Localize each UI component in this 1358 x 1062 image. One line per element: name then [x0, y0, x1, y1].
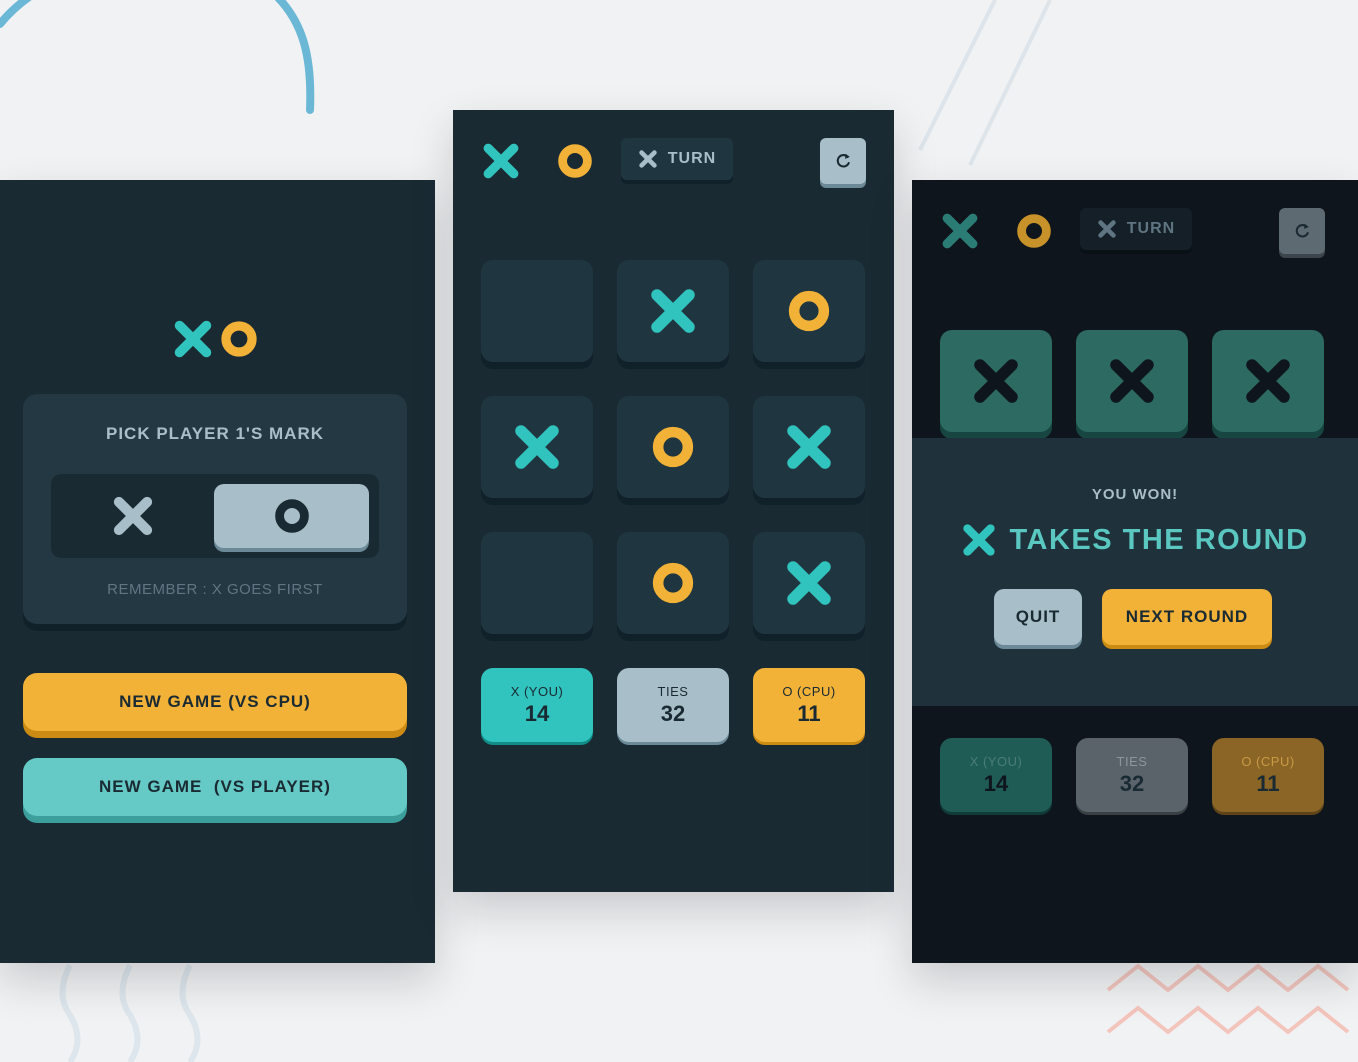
game-board-screen: TURN X (YOU) 14 TIES 32 O (CPU) 11 [453, 110, 894, 892]
result-headline-text: TAKES THE ROUND [1009, 523, 1309, 556]
board-cell[interactable] [753, 532, 865, 634]
score-o-label: O (CPU) [1241, 753, 1295, 769]
mark-picker-panel: PICK PLAYER 1'S MARK REMEMBER : X GOES F… [23, 394, 407, 624]
x-mark-icon [1097, 219, 1117, 239]
game-board [481, 260, 866, 640]
x-mark-icon [111, 494, 155, 538]
score-ties: TIES 32 [1076, 738, 1188, 812]
x-mark-icon [940, 211, 980, 251]
score-o-value: 11 [1256, 770, 1280, 796]
score-ties-label: TIES [657, 683, 689, 699]
mark-picker-title: PICK PLAYER 1'S MARK [105, 424, 324, 443]
winning-row [940, 330, 1325, 440]
new-game-menu-screen: PICK PLAYER 1'S MARK REMEMBER : X GOES F… [0, 180, 435, 963]
x-mark-icon [1107, 356, 1157, 406]
x-mark-icon [784, 422, 834, 472]
logo [481, 140, 571, 182]
board-cell[interactable] [753, 260, 865, 362]
o-mark-icon [1014, 211, 1054, 251]
x-mark-icon [648, 286, 698, 336]
o-mark-icon [649, 423, 697, 471]
result-message: YOU WON! [1091, 486, 1179, 503]
restart-icon [836, 152, 851, 168]
score-o: O (CPU) 11 [1212, 738, 1324, 812]
x-mark-icon [172, 318, 214, 360]
score-ties: TIES 32 [617, 668, 729, 742]
o-mark-icon [785, 287, 833, 335]
winning-cell [940, 330, 1052, 432]
round-result-screen: TURN YOU WON! TAKES THE ROUND QUIT NEXT … [912, 180, 1358, 963]
x-mark-icon [971, 356, 1021, 406]
x-mark-icon [784, 558, 834, 608]
o-mark-icon [555, 141, 595, 181]
board-cell[interactable] [617, 260, 729, 362]
x-mark-icon [512, 422, 562, 472]
score-x-label: X (YOU) [510, 683, 564, 699]
o-mark-icon [649, 559, 697, 607]
board-cell[interactable] [481, 532, 593, 634]
x-mark-icon [638, 149, 658, 169]
quit-button[interactable]: QUIT [994, 589, 1082, 645]
turn-label: TURN [1126, 220, 1176, 237]
result-headline: TAKES THE ROUND [912, 522, 1358, 558]
board-cell[interactable] [617, 532, 729, 634]
board-cell[interactable] [481, 260, 593, 362]
restart-button[interactable] [820, 138, 866, 184]
score-o-label: O (CPU) [782, 683, 836, 699]
o-mark-icon [272, 496, 312, 536]
score-x-value: 14 [983, 770, 1009, 796]
mark-toggle [51, 474, 379, 558]
score-ties-value: 32 [660, 700, 686, 726]
x-mark-icon [1243, 356, 1293, 406]
board-cell[interactable] [481, 396, 593, 498]
o-mark-icon [218, 318, 260, 360]
winning-cell [1076, 330, 1188, 432]
score-o-value: 11 [797, 700, 821, 726]
score-x-label: X (YOU) [969, 753, 1023, 769]
restart-button[interactable] [1279, 208, 1325, 254]
turn-label: TURN [667, 150, 717, 167]
logo [172, 318, 262, 360]
restart-icon [1295, 222, 1310, 238]
winning-cell [1212, 330, 1324, 432]
score-x-value: 14 [524, 700, 550, 726]
next-round-button[interactable]: NEXT ROUND [1102, 589, 1272, 645]
score-o: O (CPU) 11 [753, 668, 865, 742]
score-ties-value: 32 [1119, 770, 1145, 796]
new-game-player-button[interactable]: NEW GAME (VS PLAYER) [23, 758, 407, 816]
x-mark-icon [481, 141, 521, 181]
mark-picker-hint: REMEMBER : X GOES FIRST [107, 581, 323, 598]
turn-indicator: TURN [1080, 208, 1192, 250]
board-cell[interactable] [753, 396, 865, 498]
score-x: X (YOU) 14 [940, 738, 1052, 812]
mark-option-o[interactable] [214, 484, 369, 548]
board-cell[interactable] [617, 396, 729, 498]
new-game-cpu-button[interactable]: NEW GAME (VS CPU) [23, 673, 407, 731]
score-x: X (YOU) 14 [481, 668, 593, 742]
x-mark-icon [961, 522, 997, 558]
turn-indicator: TURN [621, 138, 733, 180]
logo [940, 210, 1030, 252]
mark-option-x[interactable] [51, 474, 215, 558]
result-banner: YOU WON! TAKES THE ROUND QUIT NEXT ROUND [912, 438, 1358, 706]
score-ties-label: TIES [1116, 753, 1148, 769]
